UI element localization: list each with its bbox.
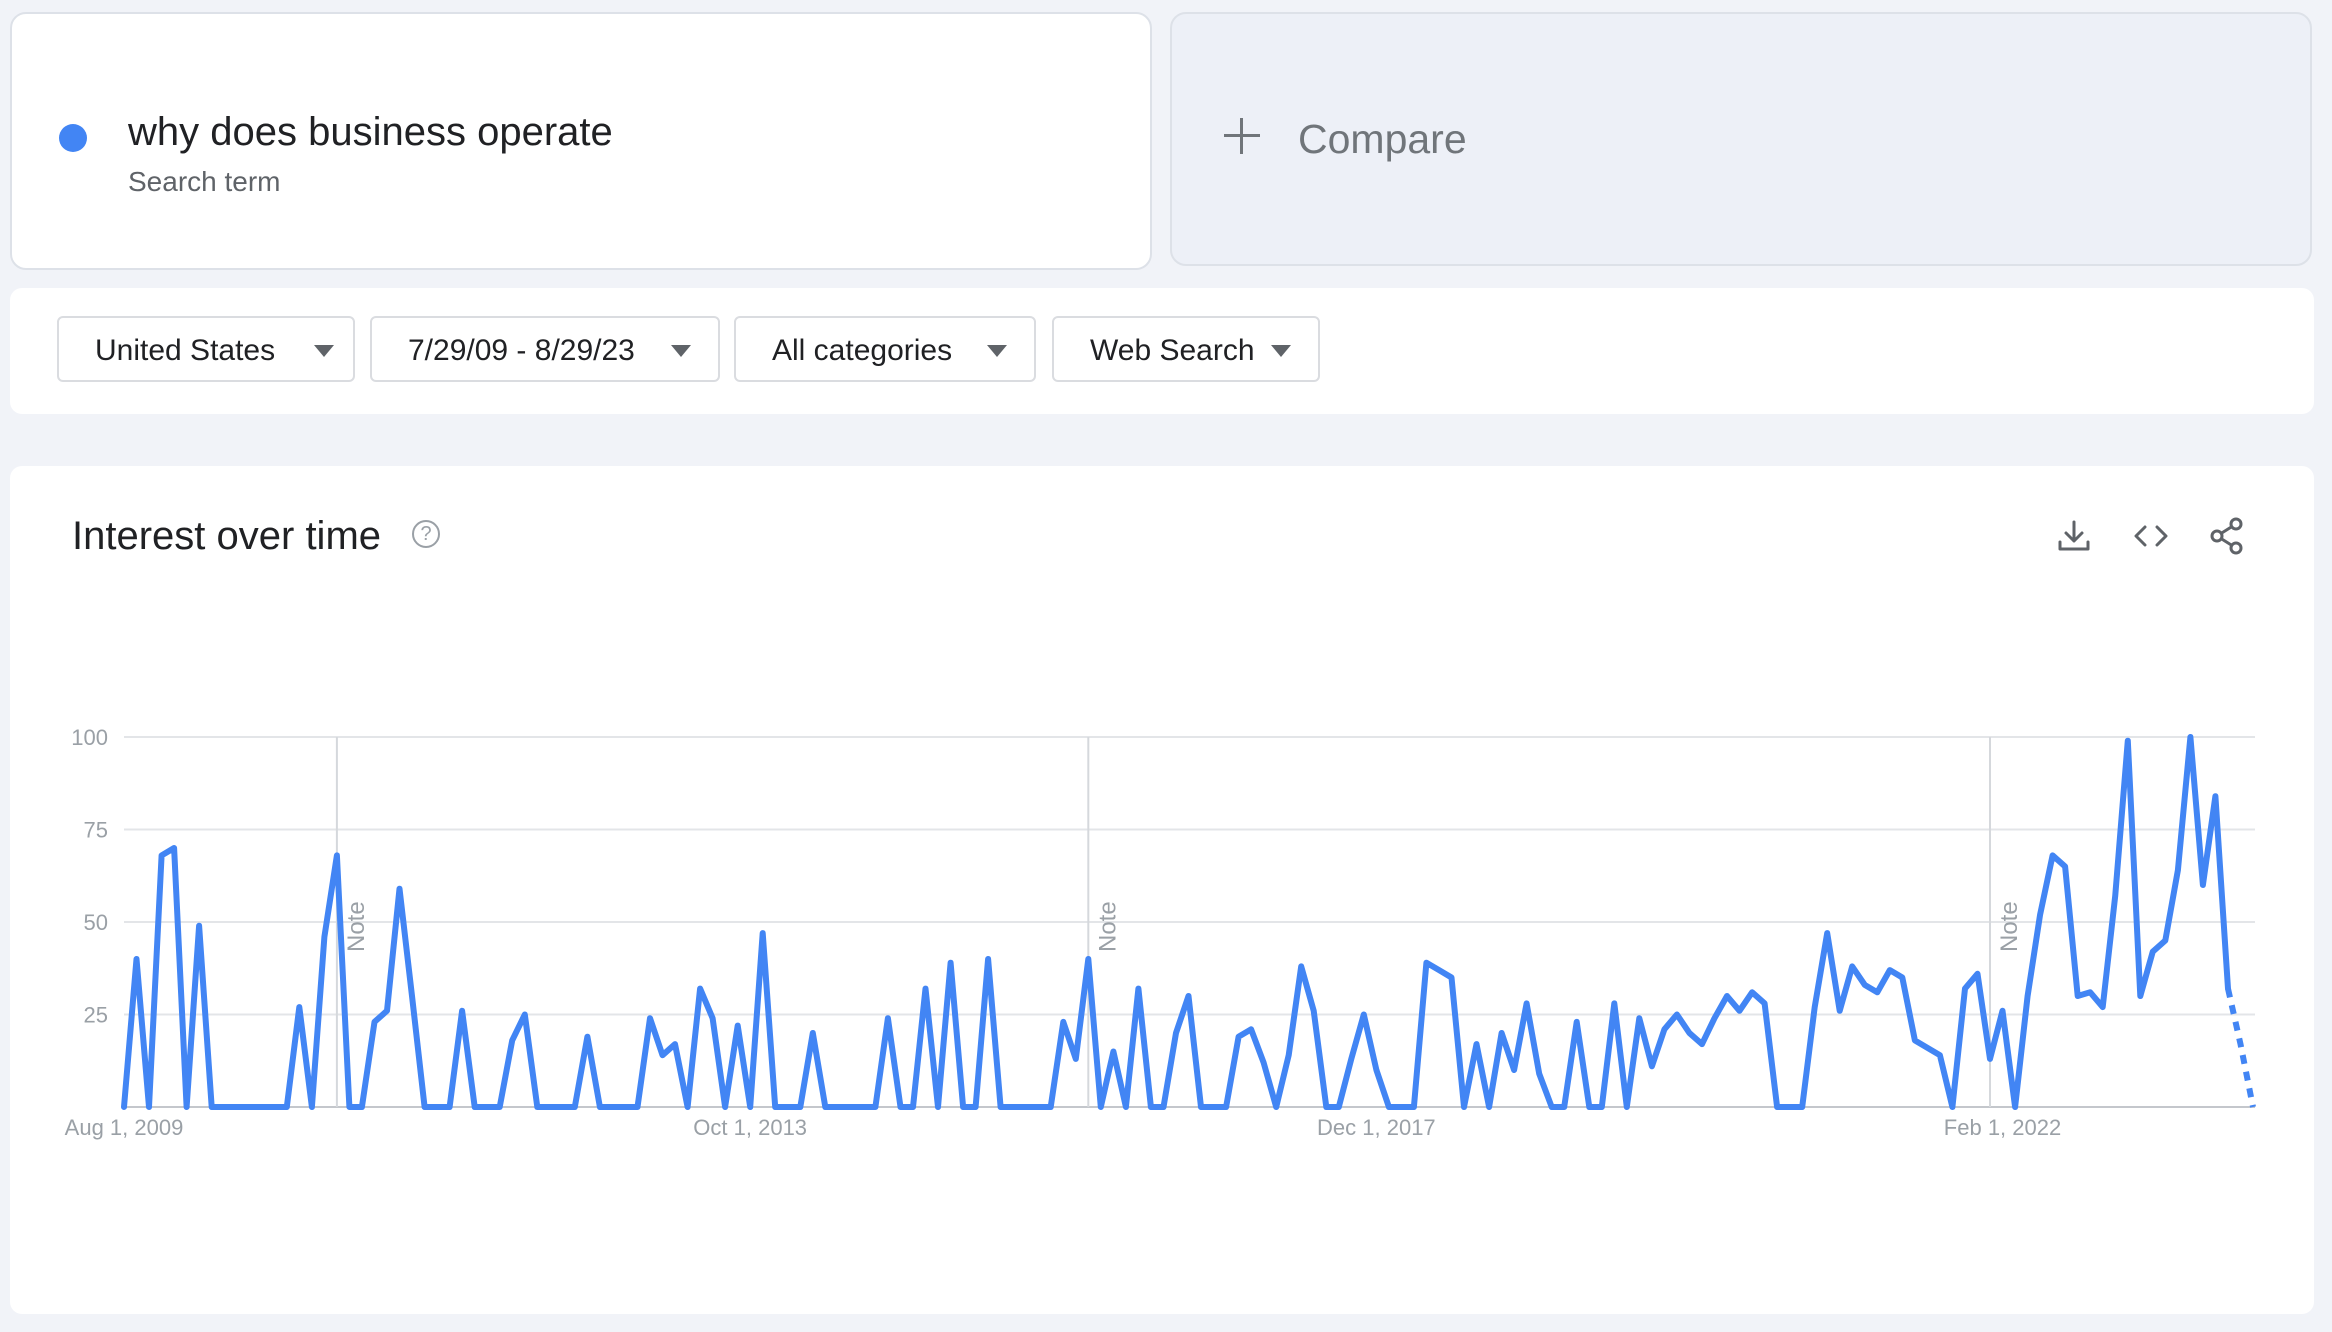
chevron-down-icon (671, 345, 691, 357)
search-term-card[interactable]: why does business operate Search term (10, 12, 1152, 270)
series-line-partial (2225, 987, 2256, 1108)
region-dropdown[interactable]: United States (57, 316, 355, 382)
compare-button[interactable]: Compare (1170, 12, 2312, 266)
y-tick-label: 75 (84, 818, 108, 843)
search-type-dropdown[interactable]: Web Search (1052, 316, 1320, 382)
search-type-label: Web Search (1090, 334, 1255, 367)
chevron-down-icon (314, 345, 334, 357)
x-tick-label: Oct 1, 2013 (693, 1115, 807, 1140)
category-dropdown[interactable]: All categories (734, 316, 1036, 382)
chevron-down-icon (987, 345, 1007, 357)
note-label: Note (343, 901, 370, 952)
chevron-down-icon (1271, 345, 1291, 357)
x-tick-label: Aug 1, 2009 (65, 1115, 184, 1140)
series-color-dot (59, 124, 87, 152)
plus-icon (1224, 118, 1260, 154)
compare-label: Compare (1298, 116, 1467, 162)
filter-bar: United States 7/29/09 - 8/29/23 All cate… (10, 288, 2314, 414)
date-range-dropdown[interactable]: 7/29/09 - 8/29/23 (370, 316, 720, 382)
search-term-subtitle: Search term (128, 166, 281, 197)
note-label: Note (1094, 901, 1121, 952)
y-tick-label: 100 (71, 725, 108, 750)
date-range-label: 7/29/09 - 8/29/23 (408, 334, 635, 367)
note-label: Note (1996, 901, 2023, 952)
interest-line-chart: 25 50 75 100 Note Note Note Aug 1, 2009 Oct 1, 2… (65, 725, 2256, 1140)
x-tick-label: Dec 1, 2017 (1317, 1115, 1436, 1140)
y-tick-label: 25 (84, 1003, 108, 1028)
category-label: All categories (772, 334, 953, 367)
search-term-name: why does business operate (128, 110, 613, 154)
x-tick-label: Feb 1, 2022 (1944, 1115, 2061, 1140)
region-label: United States (95, 334, 276, 367)
y-tick-label: 50 (84, 910, 108, 935)
interest-over-time-card: Interest over time ? 25 50 75 100 Note Note No… (10, 466, 2314, 1314)
